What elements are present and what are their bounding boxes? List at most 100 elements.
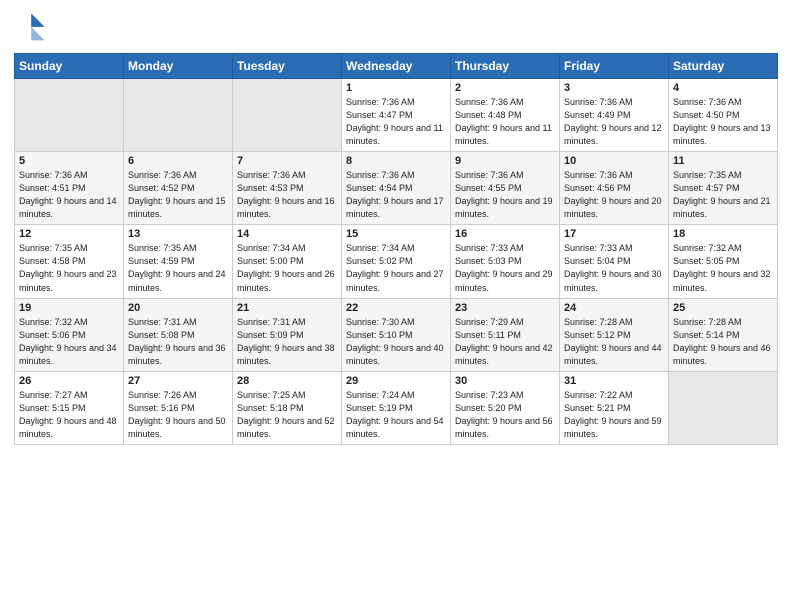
day-info: Sunrise: 7:30 AM Sunset: 5:10 PM Dayligh…: [346, 316, 446, 368]
day-number: 20: [128, 302, 228, 314]
calendar: SundayMondayTuesdayWednesdayThursdayFrid…: [14, 53, 778, 445]
day-info: Sunrise: 7:31 AM Sunset: 5:08 PM Dayligh…: [128, 316, 228, 368]
weekday-header-sunday: Sunday: [15, 54, 124, 79]
calendar-cell: 6 Sunrise: 7:36 AM Sunset: 4:52 PM Daylig…: [124, 152, 233, 225]
day-info: Sunrise: 7:28 AM Sunset: 5:14 PM Dayligh…: [673, 316, 773, 368]
day-number: 6: [128, 155, 228, 167]
calendar-cell: 8 Sunrise: 7:36 AM Sunset: 4:54 PM Daylig…: [342, 152, 451, 225]
calendar-cell: 29 Sunrise: 7:24 AM Sunset: 5:19 PM Dayli…: [342, 371, 451, 444]
calendar-cell: 27Sunrise: 7:26 AM Sunset: 5:16 PM Dayli…: [124, 371, 233, 444]
weekday-header-saturday: Saturday: [669, 54, 778, 79]
calendar-cell: 28 Sunrise: 7:25 AM Sunset: 5:18 PM Dayli…: [233, 371, 342, 444]
calendar-cell: 16 Sunrise: 7:33 AM Sunset: 5:03 PM Dayli…: [451, 225, 560, 298]
calendar-week-row: 19Sunrise: 7:32 AM Sunset: 5:06 PM Dayli…: [15, 298, 778, 371]
calendar-cell: 9 Sunrise: 7:36 AM Sunset: 4:55 PM Daylig…: [451, 152, 560, 225]
calendar-cell: 31 Sunrise: 7:22 AM Sunset: 5:21 PM Dayli…: [560, 371, 669, 444]
day-number: 31: [564, 375, 664, 387]
weekday-header-wednesday: Wednesday: [342, 54, 451, 79]
day-info: Sunrise: 7:35 AM Sunset: 4:59 PM Dayligh…: [128, 242, 228, 294]
calendar-cell: 3 Sunrise: 7:36 AM Sunset: 4:49 PM Daylig…: [560, 79, 669, 152]
day-info: Sunrise: 7:27 AM Sunset: 5:15 PM Dayligh…: [19, 389, 119, 441]
calendar-cell: 24Sunrise: 7:28 AM Sunset: 5:12 PM Dayli…: [560, 298, 669, 371]
day-info: Sunrise: 7:36 AM Sunset: 4:53 PM Dayligh…: [237, 169, 337, 221]
day-number: 9: [455, 155, 555, 167]
day-info: Sunrise: 7:31 AM Sunset: 5:09 PM Dayligh…: [237, 316, 337, 368]
calendar-cell: 26 Sunrise: 7:27 AM Sunset: 5:15 PM Dayli…: [15, 371, 124, 444]
day-info: Sunrise: 7:36 AM Sunset: 4:55 PM Dayligh…: [455, 169, 555, 221]
day-number: 13: [128, 228, 228, 240]
day-number: 30: [455, 375, 555, 387]
calendar-cell: [233, 79, 342, 152]
day-info: Sunrise: 7:36 AM Sunset: 4:54 PM Dayligh…: [346, 169, 446, 221]
logo: [14, 10, 48, 47]
calendar-week-row: 5 Sunrise: 7:36 AM Sunset: 4:51 PM Daylig…: [15, 152, 778, 225]
day-number: 15: [346, 228, 446, 240]
day-info: Sunrise: 7:26 AM Sunset: 5:16 PM Dayligh…: [128, 389, 228, 441]
day-number: 18: [673, 228, 773, 240]
calendar-cell: [669, 371, 778, 444]
weekday-header-friday: Friday: [560, 54, 669, 79]
calendar-cell: 25 Sunrise: 7:28 AM Sunset: 5:14 PM Dayli…: [669, 298, 778, 371]
day-number: 3: [564, 82, 664, 94]
calendar-cell: 10 Sunrise: 7:36 AM Sunset: 4:56 PM Dayli…: [560, 152, 669, 225]
day-number: 12: [19, 228, 119, 240]
day-number: 10: [564, 155, 664, 167]
day-number: 23: [455, 302, 555, 314]
day-info: Sunrise: 7:36 AM Sunset: 4:48 PM Dayligh…: [455, 96, 555, 148]
day-info: Sunrise: 7:24 AM Sunset: 5:19 PM Dayligh…: [346, 389, 446, 441]
day-info: Sunrise: 7:36 AM Sunset: 4:56 PM Dayligh…: [564, 169, 664, 221]
day-number: 26: [19, 375, 119, 387]
header: [14, 10, 778, 47]
day-info: Sunrise: 7:36 AM Sunset: 4:47 PM Dayligh…: [346, 96, 446, 148]
day-number: 22: [346, 302, 446, 314]
weekday-header-tuesday: Tuesday: [233, 54, 342, 79]
day-info: Sunrise: 7:35 AM Sunset: 4:58 PM Dayligh…: [19, 242, 119, 294]
day-number: 25: [673, 302, 773, 314]
day-info: Sunrise: 7:36 AM Sunset: 4:52 PM Dayligh…: [128, 169, 228, 221]
calendar-cell: [15, 79, 124, 152]
day-number: 17: [564, 228, 664, 240]
calendar-cell: 5 Sunrise: 7:36 AM Sunset: 4:51 PM Daylig…: [15, 152, 124, 225]
day-number: 8: [346, 155, 446, 167]
day-number: 11: [673, 155, 773, 167]
calendar-week-row: 26 Sunrise: 7:27 AM Sunset: 5:15 PM Dayli…: [15, 371, 778, 444]
calendar-cell: 30 Sunrise: 7:23 AM Sunset: 5:20 PM Dayli…: [451, 371, 560, 444]
day-info: Sunrise: 7:28 AM Sunset: 5:12 PM Dayligh…: [564, 316, 664, 368]
day-number: 16: [455, 228, 555, 240]
calendar-cell: 23 Sunrise: 7:29 AM Sunset: 5:11 PM Dayli…: [451, 298, 560, 371]
calendar-cell: 4 Sunrise: 7:36 AM Sunset: 4:50 PM Daylig…: [669, 79, 778, 152]
day-info: Sunrise: 7:36 AM Sunset: 4:49 PM Dayligh…: [564, 96, 664, 148]
day-number: 29: [346, 375, 446, 387]
day-number: 4: [673, 82, 773, 94]
logo-icon: [16, 10, 48, 42]
calendar-cell: 12 Sunrise: 7:35 AM Sunset: 4:58 PM Dayli…: [15, 225, 124, 298]
calendar-cell: 17Sunrise: 7:33 AM Sunset: 5:04 PM Dayli…: [560, 225, 669, 298]
calendar-cell: 18 Sunrise: 7:32 AM Sunset: 5:05 PM Dayli…: [669, 225, 778, 298]
day-info: Sunrise: 7:32 AM Sunset: 5:05 PM Dayligh…: [673, 242, 773, 294]
calendar-cell: 21Sunrise: 7:31 AM Sunset: 5:09 PM Dayli…: [233, 298, 342, 371]
day-number: 28: [237, 375, 337, 387]
day-info: Sunrise: 7:33 AM Sunset: 5:03 PM Dayligh…: [455, 242, 555, 294]
day-info: Sunrise: 7:36 AM Sunset: 4:51 PM Dayligh…: [19, 169, 119, 221]
day-info: Sunrise: 7:25 AM Sunset: 5:18 PM Dayligh…: [237, 389, 337, 441]
day-info: Sunrise: 7:36 AM Sunset: 4:50 PM Dayligh…: [673, 96, 773, 148]
day-info: Sunrise: 7:23 AM Sunset: 5:20 PM Dayligh…: [455, 389, 555, 441]
calendar-cell: [124, 79, 233, 152]
day-info: Sunrise: 7:29 AM Sunset: 5:11 PM Dayligh…: [455, 316, 555, 368]
day-number: 5: [19, 155, 119, 167]
day-number: 2: [455, 82, 555, 94]
day-info: Sunrise: 7:35 AM Sunset: 4:57 PM Dayligh…: [673, 169, 773, 221]
day-info: Sunrise: 7:22 AM Sunset: 5:21 PM Dayligh…: [564, 389, 664, 441]
calendar-week-row: 1Sunrise: 7:36 AM Sunset: 4:47 PM Daylig…: [15, 79, 778, 152]
calendar-cell: 7Sunrise: 7:36 AM Sunset: 4:53 PM Daylig…: [233, 152, 342, 225]
day-info: Sunrise: 7:32 AM Sunset: 5:06 PM Dayligh…: [19, 316, 119, 368]
calendar-week-row: 12 Sunrise: 7:35 AM Sunset: 4:58 PM Dayli…: [15, 225, 778, 298]
weekday-header-row: SundayMondayTuesdayWednesdayThursdayFrid…: [15, 54, 778, 79]
day-info: Sunrise: 7:34 AM Sunset: 5:00 PM Dayligh…: [237, 242, 337, 294]
weekday-header-thursday: Thursday: [451, 54, 560, 79]
page: SundayMondayTuesdayWednesdayThursdayFrid…: [0, 0, 792, 612]
day-info: Sunrise: 7:34 AM Sunset: 5:02 PM Dayligh…: [346, 242, 446, 294]
day-number: 14: [237, 228, 337, 240]
calendar-cell: 22 Sunrise: 7:30 AM Sunset: 5:10 PM Dayli…: [342, 298, 451, 371]
calendar-cell: 2 Sunrise: 7:36 AM Sunset: 4:48 PM Daylig…: [451, 79, 560, 152]
